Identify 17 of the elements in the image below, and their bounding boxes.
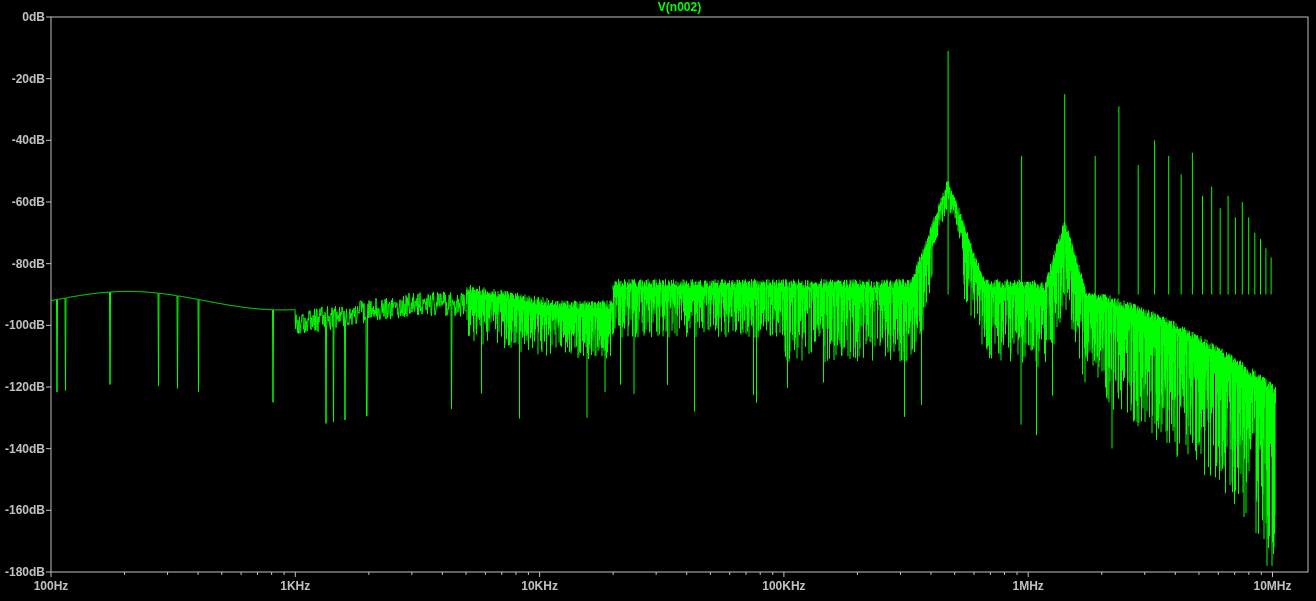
y-tick-label: -60dB (11, 195, 45, 209)
y-tick-label: -180dB (5, 565, 45, 579)
x-tick-label: 10MHz (1253, 579, 1292, 593)
y-tick-label: -80dB (11, 256, 45, 271)
trace-label: V(n002) (657, 0, 702, 14)
x-tick-label: 100Hz (33, 579, 69, 593)
x-tick-label: 10KHz (521, 579, 558, 593)
y-tick-label: -140dB (5, 441, 45, 456)
y-tick-label: -160dB (5, 503, 45, 518)
y-tick-label: -120dB (5, 380, 45, 394)
y-tick-label: -100dB (5, 318, 45, 333)
y-tick-label: 0dB (22, 10, 45, 24)
y-tick-label: -20dB (11, 71, 45, 86)
x-tick-label: 1MHz (1012, 579, 1044, 593)
y-tick-label: -40dB (11, 133, 45, 148)
x-tick-label: 100KHz (762, 579, 806, 593)
x-tick-label: 1KHz (280, 579, 311, 593)
